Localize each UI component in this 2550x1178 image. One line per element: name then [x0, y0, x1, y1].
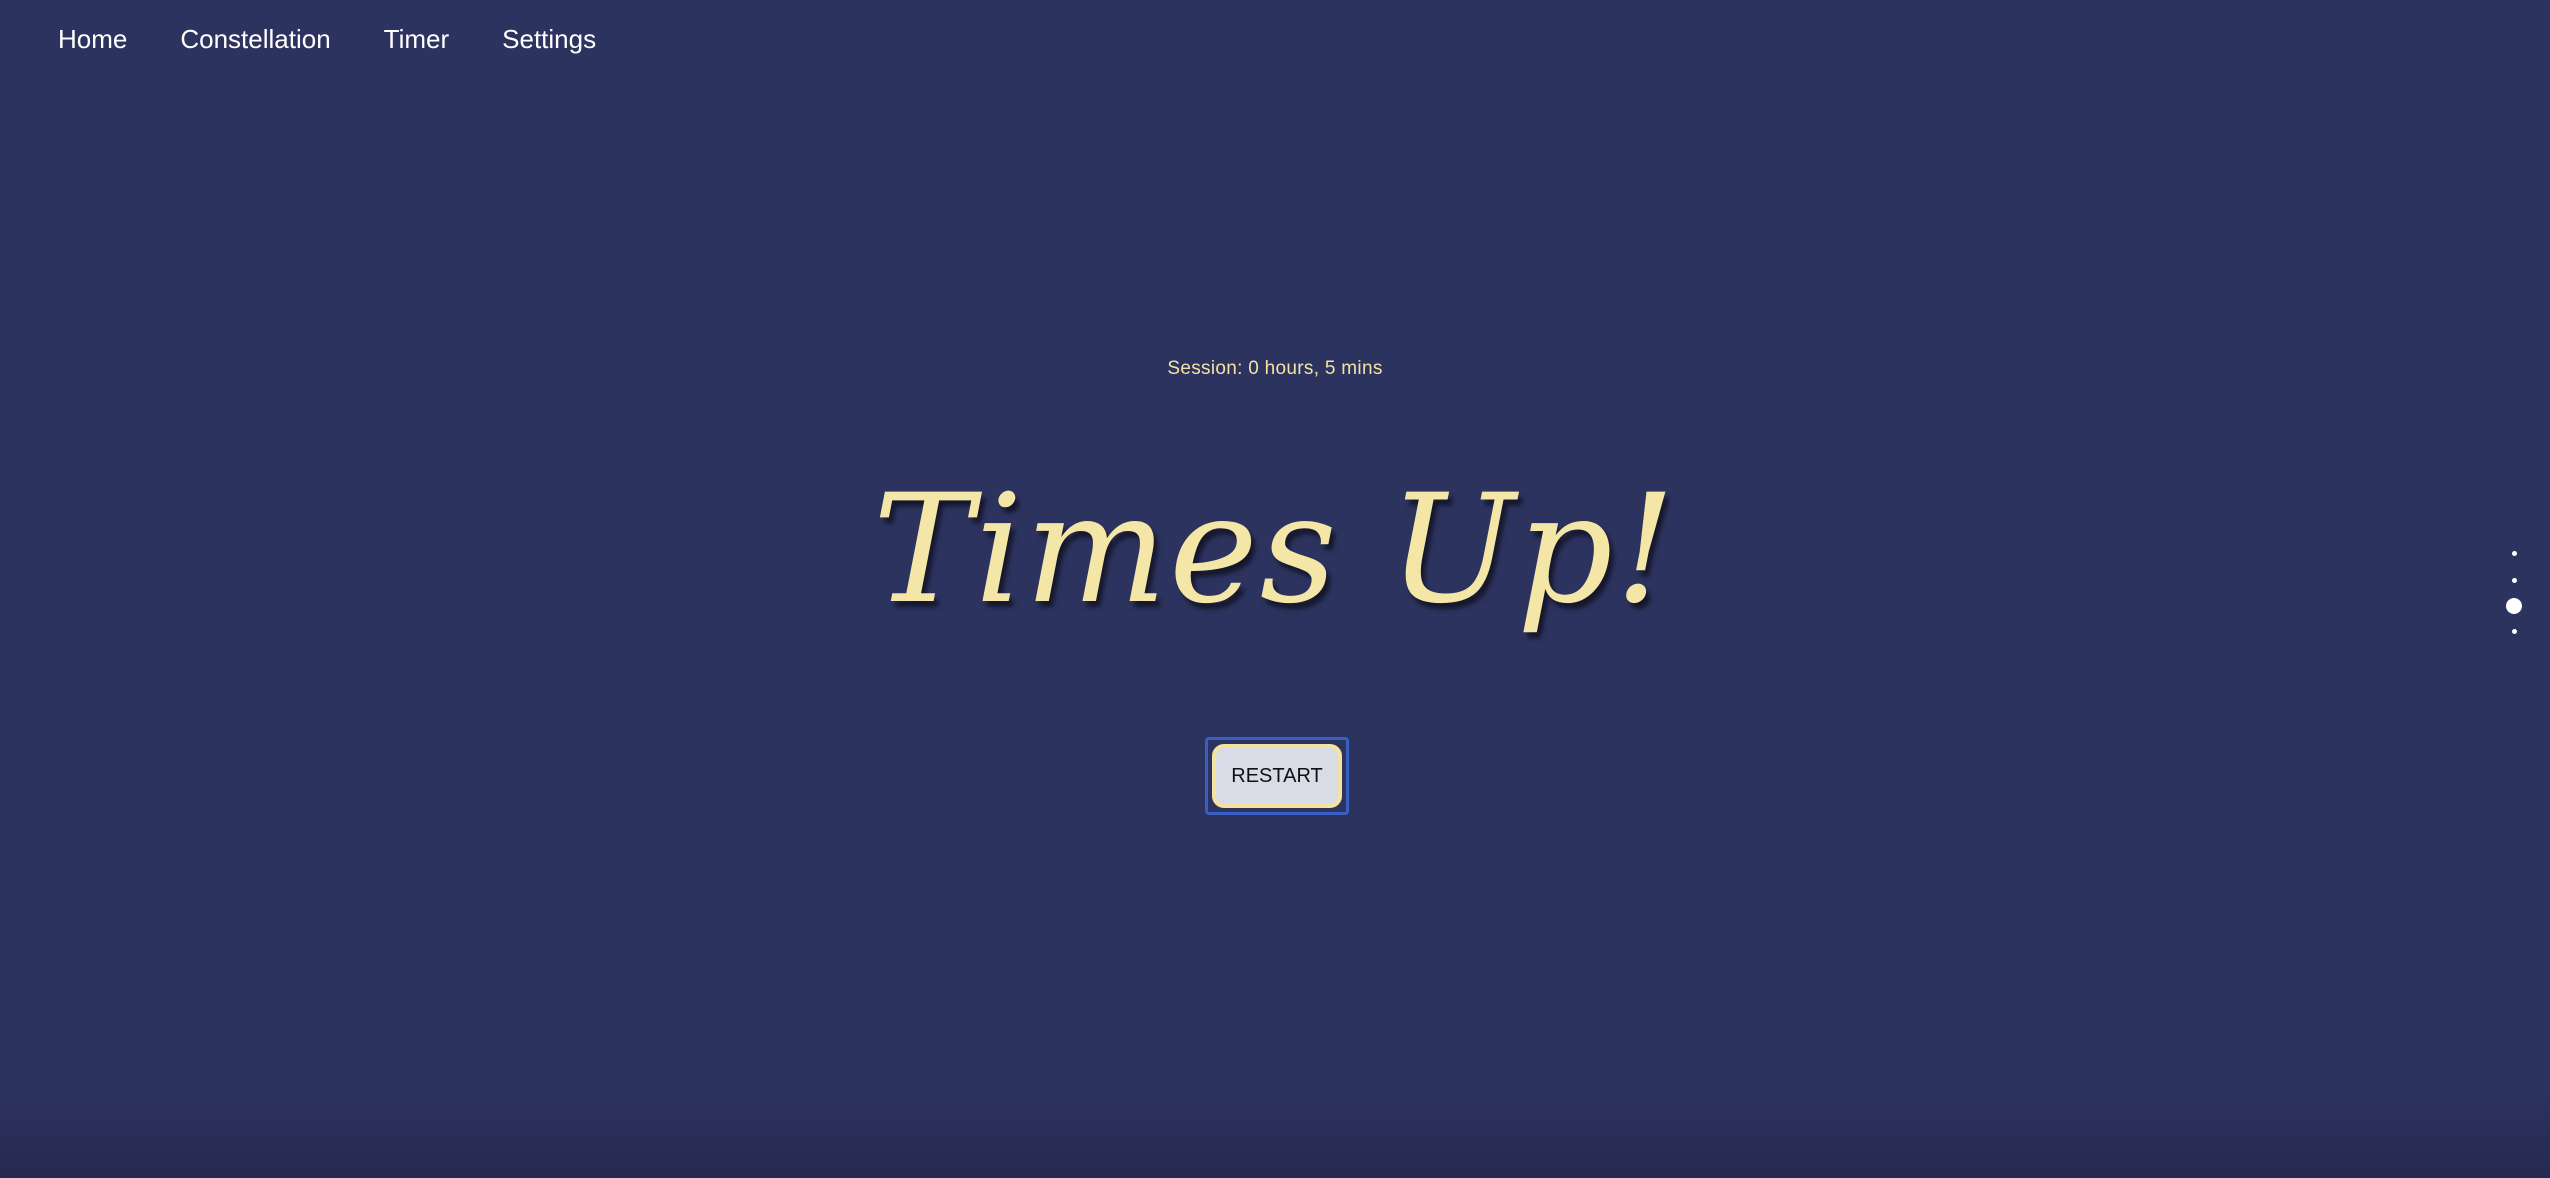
page-dot-1[interactable]: [2511, 551, 2517, 556]
top-navbar: Home Constellation Timer Settings: [0, 0, 649, 78]
page-dot-2[interactable]: [2511, 578, 2517, 583]
nav-link-settings[interactable]: Settings: [502, 24, 596, 55]
nav-link-home[interactable]: Home: [58, 24, 127, 55]
session-duration-text: Session: 0 hours, 5 mins: [1167, 358, 1383, 379]
page-indicator: [2504, 540, 2524, 645]
restart-focus-ring: RESTART: [1205, 737, 1349, 815]
page-dot-3-active[interactable]: [2506, 598, 2522, 614]
times-up-heading: Times Up!: [872, 463, 1678, 637]
nav-link-constellation[interactable]: Constellation: [180, 24, 330, 55]
nav-link-timer[interactable]: Timer: [384, 24, 449, 55]
page-dot-4[interactable]: [2511, 629, 2517, 634]
restart-button[interactable]: RESTART: [1212, 744, 1342, 808]
bottom-shade: [0, 1088, 2550, 1178]
